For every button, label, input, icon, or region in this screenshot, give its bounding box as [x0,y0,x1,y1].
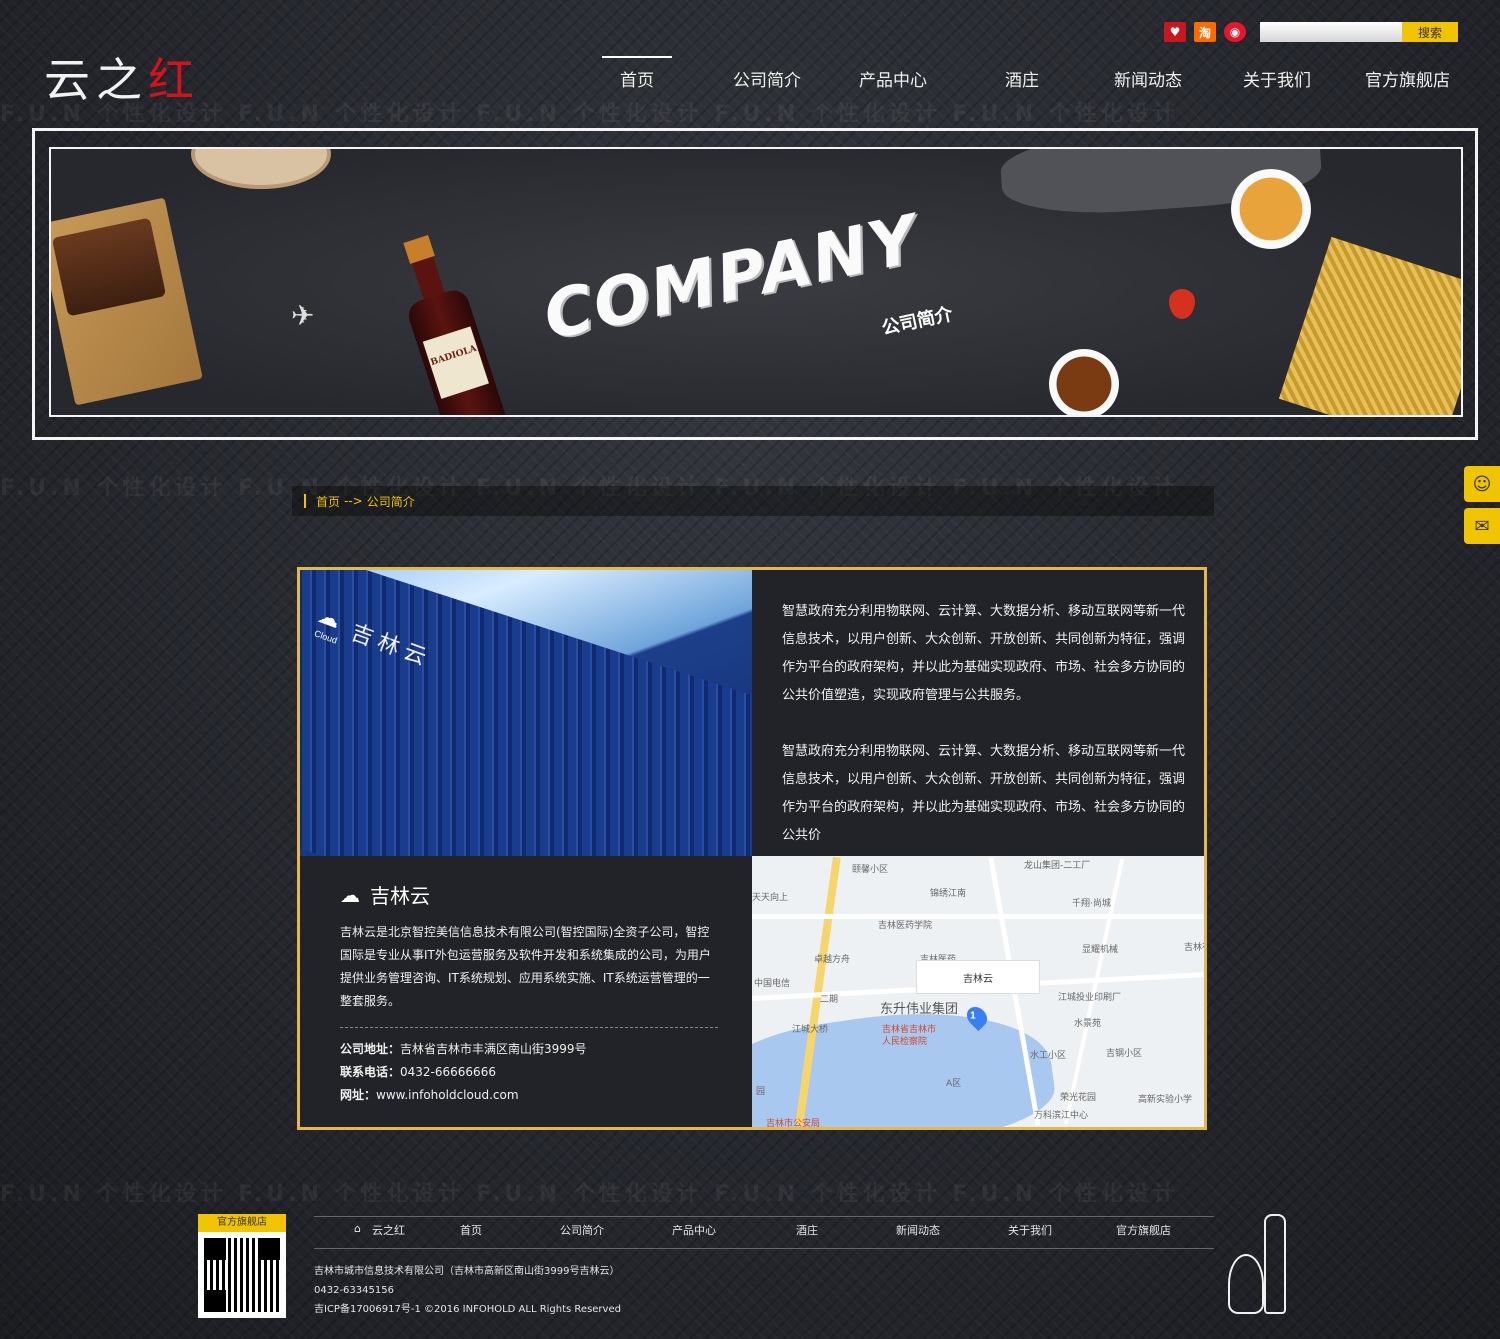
footer-nav-news[interactable]: 新闻动态 [896,1222,940,1238]
top-bar: ♥ 淘 ◉ 搜索 [1164,22,1458,42]
company-panel: ☁ Cloud 吉林云 智慧政府充分利用物联网、云计算、大数据分析、移动互联网等… [297,567,1207,1130]
nav-active-indicator [602,56,672,58]
company-website[interactable]: 网址：www.infoholdcloud.com [340,1084,718,1107]
background-watermark: F.U.N 个性化设计 F.U.N 个性化设计 F.U.N 个性化设计 F.U.… [0,102,1179,122]
nav-item-news[interactable]: 新闻动态 [1114,66,1182,91]
company-phone: 联系电话：0432-66666666 [340,1065,496,1079]
qr-code [198,1232,286,1318]
search-input[interactable] [1260,22,1402,42]
weibo-icon[interactable]: ◉ [1224,22,1246,42]
taobao-icon[interactable]: 淘 [1194,22,1216,42]
tea-cup-illustration [1049,349,1119,415]
footer-nav: ⌂ 云之红 首页 公司简介 产品中心 酒庄 新闻动态 关于我们 官方旗舰店 [314,1222,1214,1240]
nav-item-home[interactable]: 首页 [620,66,654,91]
footer-icp: 吉ICP备17006917号-1 ©2016 INFOHOLD ALL Righ… [314,1304,621,1315]
qr-code-block: 官方旗舰店 [198,1214,286,1318]
about-text: 智慧政府充分利用物联网、云计算、大数据分析、移动互联网等新一代信息技术，以用户创… [782,598,1192,850]
site-logo[interactable]: 云之红 [44,44,200,110]
nav-item-winery[interactable]: 酒庄 [1005,66,1039,91]
building-photo: ☁ Cloud 吉林云 [300,570,752,856]
divider [340,1027,718,1028]
breadcrumb-separator: --> [344,494,363,508]
hero-banner: ✈ BADIOLA COMPANY 公司简介 [32,128,1478,440]
location-map[interactable]: 颐馨小区 龙山集团-二工厂 锦绣江南 天天向上 吉林医药学院 千翔·尚城 卓越方… [752,856,1204,1127]
nav-item-about[interactable]: 公司简介 [733,66,801,91]
plate-illustration [191,149,331,189]
customer-service-icon[interactable]: ☺ [1464,466,1500,502]
about-paragraph: 智慧政府充分利用物联网、云计算、大数据分析、移动互联网等新一代信息技术，以用户创… [782,604,1186,703]
paper-plane-icon: ✈ [291,299,315,332]
strawberry-illustration [1169,289,1195,319]
footer-nav-store[interactable]: 官方旗舰店 [1116,1222,1171,1238]
footer-nav-home[interactable]: 首页 [460,1222,482,1238]
footer-nav-aboutus[interactable]: 关于我们 [1008,1222,1052,1238]
company-description: 吉林云是北京智控美信信息技术有限公司(智控国际)全资子公司，智控国际是专业从事I… [340,925,711,1008]
cloud-icon: ☁ [340,882,360,907]
search-button[interactable]: 搜索 [1402,22,1458,42]
breadcrumb-current: 公司简介 [366,494,415,509]
chat-icon[interactable]: ✉ [1464,508,1500,544]
map-pin-label: 吉林云 [916,960,1040,994]
company-name: 吉林云 [370,884,430,908]
main-nav: 首页 公司简介 产品中心 酒庄 新闻动态 关于我们 官方旗舰店 [580,56,1480,96]
company-info: ☁ 吉林云 吉林云是北京智控美信信息技术有限公司(智控国际)全资子公司，智控国际… [340,880,718,1107]
footer-nav-winery[interactable]: 酒庄 [796,1222,818,1238]
wine-bottles-icon [1218,1214,1300,1318]
about-paragraph: 智慧政府充分利用物联网、云计算、大数据分析、移动互联网等新一代信息技术，以用户创… [782,744,1186,843]
breadcrumb: 首页 --> 公司简介 [292,486,1214,516]
company-address: 公司地址：吉林省吉林市丰满区南山街3999号 [340,1042,587,1056]
banner-subtitle: 公司简介 [879,303,955,340]
wine-bottle-illustration: BADIOLA [379,226,514,415]
napkin-illustration [1278,236,1461,415]
background-watermark: F.U.N 个性化设计 F.U.N 个性化设计 F.U.N 个性化设计 F.U.… [0,1182,1179,1202]
footer-home-icon: ⌂ [354,1222,361,1235]
coffee-cup-illustration [1231,169,1311,249]
logo-text-red: 红 [148,53,200,107]
footer-company: 吉林市城市信息技术有限公司（吉林市高新区南山街3999号吉林云） [314,1266,620,1277]
logo-text: 云之 [44,53,148,107]
footer-nav-products[interactable]: 产品中心 [672,1222,716,1238]
nav-item-aboutus[interactable]: 关于我们 [1243,66,1311,91]
footer-nav-about[interactable]: 公司简介 [560,1222,604,1238]
breadcrumb-marker [304,494,306,508]
kaixin-icon[interactable]: ♥ [1164,22,1186,42]
search-box: 搜索 [1260,22,1458,42]
footer-phone: 0432-63345156 [314,1285,394,1296]
footer-info: 吉林市城市信息技术有限公司（吉林市高新区南山街3999号吉林云） 0432-63… [314,1262,621,1319]
footer-divider [314,1248,1214,1249]
banner-image: ✈ BADIOLA COMPANY 公司简介 [49,147,1463,417]
banner-title: COMPANY [537,200,926,355]
footer-divider [314,1216,1214,1217]
company-title: ☁ 吉林云 [340,880,718,909]
qr-title: 官方旗舰店 [198,1214,286,1232]
nav-item-store[interactable]: 官方旗舰店 [1365,66,1450,91]
footer-nav-brand[interactable]: 云之红 [372,1222,405,1238]
nav-item-products[interactable]: 产品中心 [859,66,927,91]
breadcrumb-home[interactable]: 首页 [316,493,340,510]
map-big-label: 东升伟业集团 [880,1002,959,1017]
